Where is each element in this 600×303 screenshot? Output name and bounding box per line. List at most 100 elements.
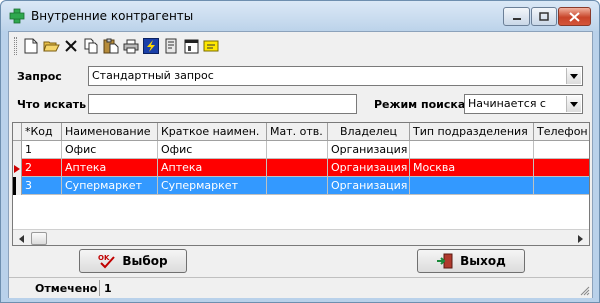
toolbar: [12, 34, 312, 58]
toolbar-grip[interactable]: [14, 37, 17, 55]
copy-button[interactable]: [82, 37, 100, 55]
cell-phone: [534, 141, 589, 159]
cell-owner: Организация: [328, 159, 410, 177]
cell-responsible: [267, 141, 328, 159]
chevron-down-icon: [570, 101, 578, 107]
column-header-division-type[interactable]: Тип подразделения: [410, 123, 534, 141]
delete-button[interactable]: [62, 37, 80, 55]
query-select[interactable]: Стандартный запрос: [88, 66, 583, 86]
minimize-icon: [512, 17, 521, 20]
chevron-right-icon: [578, 234, 583, 243]
open-folder-icon: [42, 41, 60, 52]
query-value: Стандартный запрос: [92, 69, 214, 82]
status-separator: [99, 280, 100, 296]
delete-icon: [65, 40, 77, 52]
print-icon: [123, 39, 139, 53]
cell-short-name: Аптека: [158, 159, 267, 177]
new-document-icon: [24, 38, 38, 54]
copy-icon: [84, 38, 97, 54]
search-mode-label: Режим поиска: [374, 98, 466, 111]
minimize-button[interactable]: [503, 7, 530, 26]
search-label: Что искать: [17, 98, 87, 111]
search-mode-value: Начинается с: [468, 97, 546, 110]
close-icon: [569, 11, 580, 22]
cell-name: Супермаркет: [62, 177, 158, 195]
grid-header: *Код Наименование Краткое наимен. Мат. о…: [13, 123, 589, 141]
selected-row-marker: [13, 177, 16, 195]
maximize-button[interactable]: [531, 7, 557, 26]
marked-count-label: Отмечено: [35, 282, 98, 295]
cell-owner: Организация: [328, 141, 410, 159]
dialog-button[interactable]: [182, 37, 200, 55]
column-header-phone[interactable]: Телефон: [534, 123, 589, 141]
status-bar: Отмечено 1: [9, 277, 592, 298]
paste-icon: [103, 38, 119, 54]
query-label: Запрос: [17, 70, 62, 83]
note-icon: [203, 40, 219, 52]
scroll-right-button[interactable]: [572, 230, 589, 245]
close-button[interactable]: [558, 7, 591, 26]
search-mode-dropdown-arrow[interactable]: [566, 96, 581, 112]
row-indicator-column: [13, 141, 22, 195]
cell-division-type: Москва: [410, 159, 534, 177]
column-header-code[interactable]: *Код: [22, 123, 62, 141]
cell-code: 1: [22, 141, 62, 159]
column-header-name[interactable]: Наименование: [62, 123, 158, 141]
contractors-grid[interactable]: *Код Наименование Краткое наимен. Мат. о…: [12, 122, 590, 246]
column-header-owner[interactable]: Владелец: [328, 123, 410, 141]
cell-division-type: [410, 141, 534, 159]
svg-text:OK: OK: [98, 254, 110, 262]
paste-button[interactable]: [102, 37, 120, 55]
cell-short-name: Офис: [158, 141, 267, 159]
resize-grip-icon[interactable]: [580, 286, 590, 296]
chevron-left-icon: [19, 234, 24, 243]
scroll-left-button[interactable]: [13, 230, 30, 245]
column-header-responsible[interactable]: Мат. отв.: [267, 123, 328, 141]
cell-short-name: Супермаркет: [158, 177, 267, 195]
main-window: Внутренние контрагенты Запрос Стандартны…: [0, 0, 600, 303]
filter-button[interactable]: [162, 37, 180, 55]
header-corner: [13, 123, 22, 141]
query-dropdown-arrow[interactable]: [566, 68, 581, 84]
ok-check-icon: OK: [98, 254, 116, 269]
cell-code: 3: [22, 177, 62, 195]
lightning-button[interactable]: [142, 37, 160, 55]
window-title: Внутренние контрагенты: [31, 9, 194, 23]
filter-icon: [165, 38, 177, 54]
exit-door-icon: [437, 253, 453, 269]
cell-name: Аптека: [62, 159, 158, 177]
scroll-thumb[interactable]: [31, 232, 47, 245]
search-input[interactable]: [88, 94, 357, 114]
cell-owner: Организация: [328, 177, 410, 195]
cell-phone: [534, 159, 589, 177]
table-row[interactable]: 2 Аптека Аптека Организация Москва: [22, 159, 589, 177]
new-button[interactable]: [22, 37, 40, 55]
search-mode-select[interactable]: Начинается с: [464, 94, 583, 114]
cell-division-type: [410, 177, 534, 195]
dialog-icon: [184, 39, 198, 53]
marked-count-value: 1: [104, 282, 112, 295]
cell-responsible: [267, 177, 328, 195]
print-button[interactable]: [122, 37, 140, 55]
exit-button-label: Выход: [460, 254, 506, 268]
app-cross-icon: [9, 8, 25, 24]
client-area: Запрос Стандартный запрос Что искать Реж…: [8, 31, 593, 298]
cell-phone: [534, 177, 589, 195]
chevron-down-icon: [570, 73, 578, 79]
title-bar: Внутренние контрагенты: [1, 1, 599, 31]
horizontal-scrollbar[interactable]: [13, 229, 589, 245]
select-button[interactable]: OK Выбор: [79, 249, 187, 273]
lightning-icon: [143, 38, 159, 54]
maximize-icon: [539, 12, 549, 21]
table-row[interactable]: 1 Офис Офис Организация: [22, 141, 589, 159]
column-header-short-name[interactable]: Краткое наимен.: [158, 123, 267, 141]
select-button-label: Выбор: [122, 254, 168, 268]
open-button[interactable]: [42, 37, 60, 55]
cell-code: 2: [22, 159, 62, 177]
current-row-marker-icon: [14, 165, 20, 173]
table-row[interactable]: 3 Супермаркет Супермаркет Организация: [22, 177, 589, 195]
cell-responsible: [267, 159, 328, 177]
note-button[interactable]: [202, 37, 220, 55]
cell-name: Офис: [62, 141, 158, 159]
exit-button[interactable]: Выход: [417, 249, 525, 273]
